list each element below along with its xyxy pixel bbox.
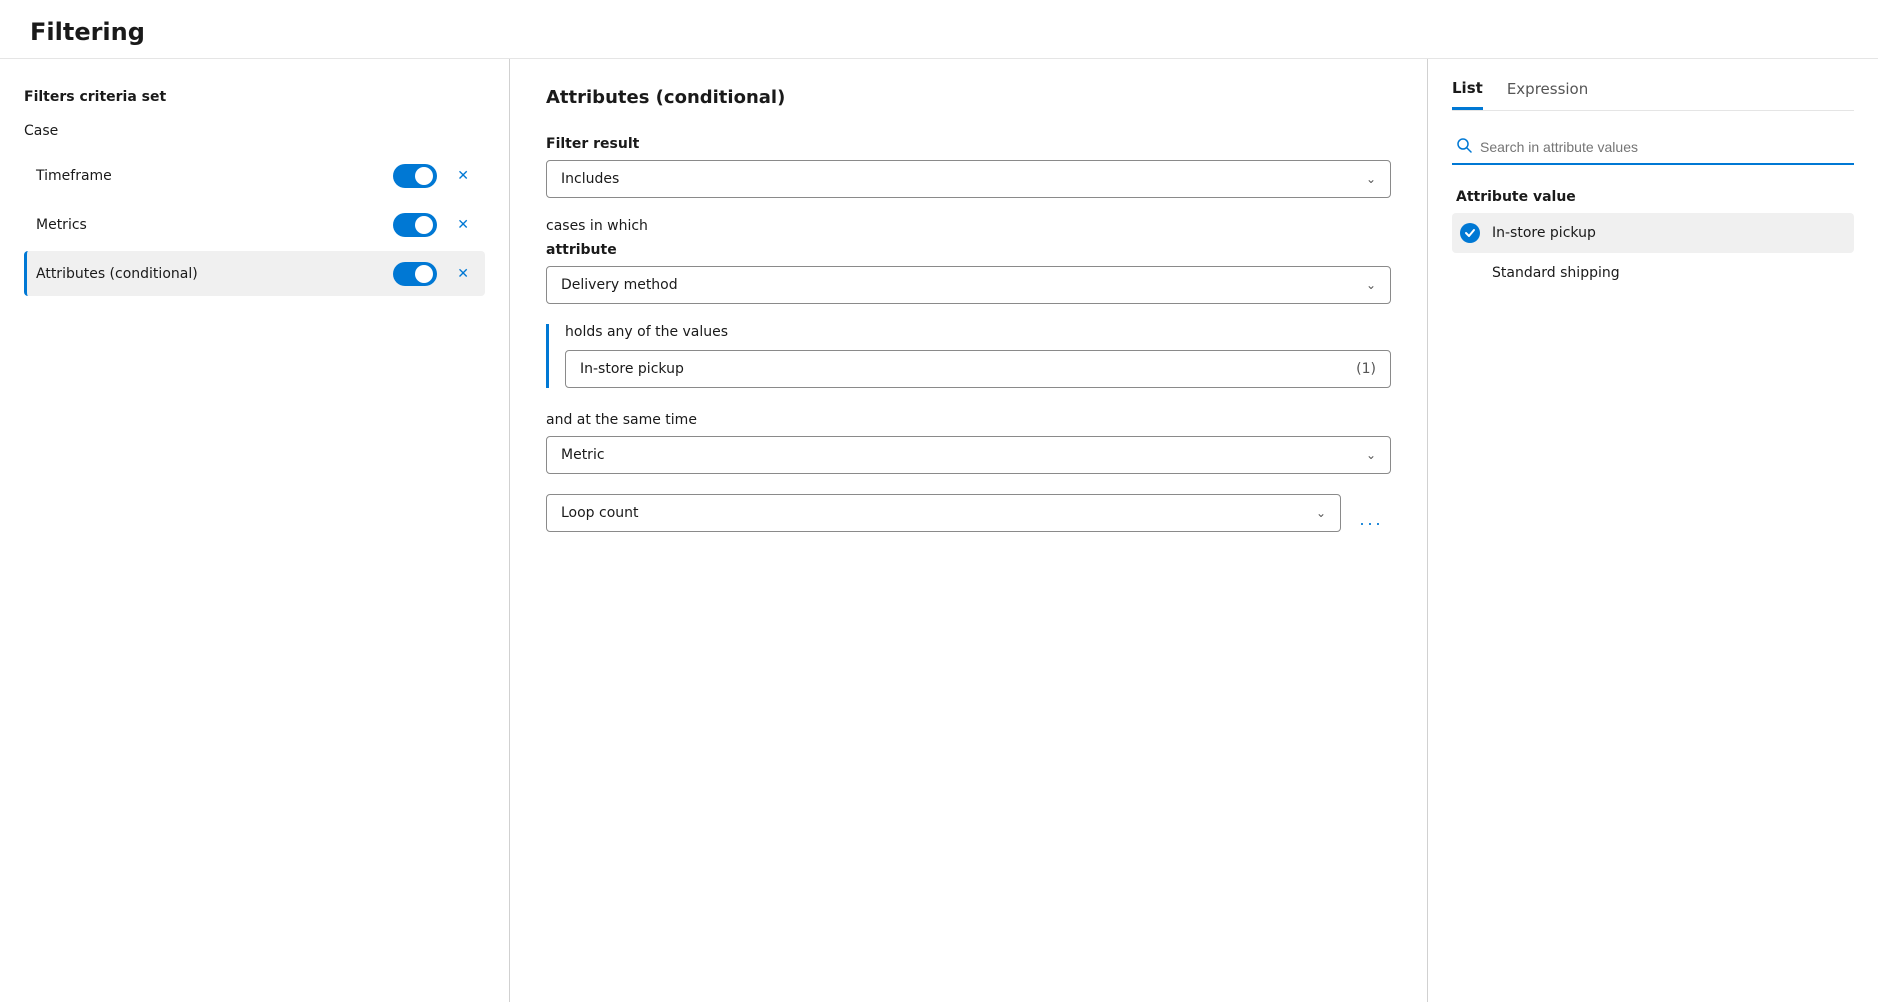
filters-criteria-label: Filters criteria set: [24, 89, 485, 105]
metric-chevron-icon: ⌄: [1366, 448, 1376, 462]
timeframe-remove-button[interactable]: ✕: [453, 163, 473, 188]
tab-list[interactable]: List: [1452, 79, 1483, 110]
middle-panel: Attributes (conditional) Filter result I…: [510, 59, 1428, 1002]
timeframe-toggle[interactable]: [393, 164, 437, 188]
main-layout: Filters criteria set Case Timeframe ✕ Me…: [0, 59, 1878, 1002]
loop-count-row: Loop count ⌄ ···: [546, 494, 1391, 552]
right-panel: List Expression Attribute value In-store…: [1428, 59, 1878, 1002]
filter-row-attributes: Attributes (conditional) ✕: [24, 251, 485, 296]
cases-in-which-label: cases in which: [546, 218, 1391, 234]
holds-values-value: In-store pickup: [580, 361, 684, 377]
loop-count-select[interactable]: Loop count ⌄: [546, 494, 1341, 532]
filter-row-timeframe: Timeframe ✕: [24, 153, 485, 198]
metric-section: and at the same time Metric ⌄: [546, 412, 1391, 474]
loop-count-value: Loop count: [561, 505, 639, 521]
page-header: Filtering: [0, 0, 1878, 59]
more-options-button[interactable]: ···: [1351, 509, 1391, 538]
holds-values-select[interactable]: In-store pickup (1): [565, 350, 1391, 388]
page-title: Filtering: [30, 18, 1848, 46]
empty-circle-standard-shipping: [1460, 263, 1480, 283]
attr-value-row-standard-shipping[interactable]: Standard shipping: [1452, 253, 1854, 293]
attributes-remove-button[interactable]: ✕: [453, 261, 473, 286]
values-section: holds any of the values In-store pickup …: [546, 324, 1391, 388]
attribute-label: attribute: [546, 242, 1391, 258]
and-same-time-label: and at the same time: [546, 412, 1391, 428]
attr-value-label-standard-shipping: Standard shipping: [1492, 265, 1620, 281]
attr-value-row-in-store-pickup[interactable]: In-store pickup: [1452, 213, 1854, 253]
attr-value-label-in-store-pickup: In-store pickup: [1492, 225, 1596, 241]
metrics-toggle[interactable]: [393, 213, 437, 237]
tab-bar: List Expression: [1452, 79, 1854, 111]
search-icon: [1456, 137, 1472, 157]
tab-expression[interactable]: Expression: [1507, 80, 1588, 110]
attribute-chevron-icon: ⌄: [1366, 278, 1376, 292]
attributes-toggle[interactable]: [393, 262, 437, 286]
timeframe-label: Timeframe: [36, 168, 393, 184]
metric-value: Metric: [561, 447, 605, 463]
filter-result-select[interactable]: Includes ⌄: [546, 160, 1391, 198]
attributes-label: Attributes (conditional): [36, 266, 393, 282]
filter-result-label: Filter result: [546, 136, 1391, 152]
attribute-value: Delivery method: [561, 277, 678, 293]
filter-result-chevron-icon: ⌄: [1366, 172, 1376, 186]
loop-count-chevron-icon: ⌄: [1316, 506, 1326, 520]
holds-values-count: (1): [1356, 361, 1376, 377]
filter-result-value: Includes: [561, 171, 619, 187]
holds-values-label: holds any of the values: [565, 324, 1391, 340]
metric-select[interactable]: Metric ⌄: [546, 436, 1391, 474]
attribute-select[interactable]: Delivery method ⌄: [546, 266, 1391, 304]
left-panel: Filters criteria set Case Timeframe ✕ Me…: [0, 59, 510, 1002]
attribute-value-header: Attribute value: [1452, 189, 1854, 205]
case-group-label: Case: [24, 123, 485, 139]
middle-panel-title: Attributes (conditional): [546, 87, 1391, 108]
metrics-remove-button[interactable]: ✕: [453, 212, 473, 237]
check-circle-in-store-pickup: [1460, 223, 1480, 243]
filter-row-metrics: Metrics ✕: [24, 202, 485, 247]
metrics-label: Metrics: [36, 217, 393, 233]
search-bar: [1452, 131, 1854, 165]
search-input[interactable]: [1480, 139, 1850, 155]
